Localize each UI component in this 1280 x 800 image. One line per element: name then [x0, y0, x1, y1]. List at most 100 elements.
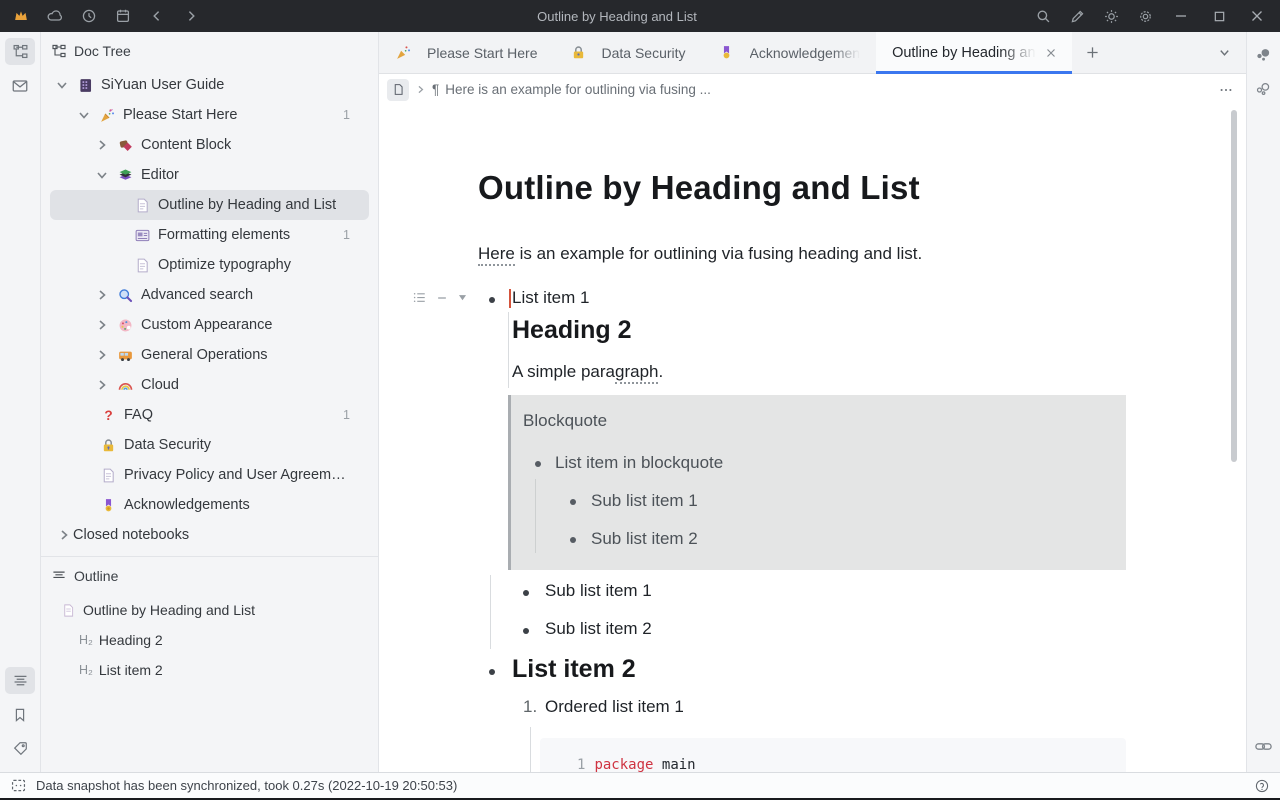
tab-list-chevron-down-icon[interactable] [1202, 32, 1246, 73]
maximize-button[interactable] [1202, 0, 1236, 32]
breadcrumb: ¶ Here is an example for outlining via f… [379, 74, 1246, 105]
document-icon [61, 603, 76, 618]
collapse-triangle-icon[interactable] [457, 292, 468, 303]
doc-count: 1 [343, 108, 350, 122]
doc-row-custom-appearance[interactable]: Custom Appearance [41, 310, 378, 340]
outline-header[interactable]: Outline [41, 557, 378, 595]
sync-cloud-icon[interactable] [40, 3, 70, 29]
tag-dock-icon[interactable] [5, 735, 35, 762]
edit-mode-pencil-icon[interactable] [1062, 3, 1092, 29]
outline-item-heading-2[interactable]: H₂ Heading 2 [41, 625, 378, 655]
bus-icon [117, 347, 134, 364]
chevron-right-icon[interactable] [95, 288, 109, 302]
intro-paragraph[interactable]: Here is an example for outlining via fus… [478, 244, 922, 264]
list-item-2-heading[interactable]: List item 2 [512, 655, 636, 684]
code-line-number: 1 [577, 757, 585, 772]
forward-icon[interactable] [176, 3, 206, 29]
doc-row-outline-by-heading-and-list[interactable]: Outline by Heading and List [50, 190, 369, 220]
settings-gear-icon[interactable] [1130, 3, 1160, 29]
blockquote-list-item[interactable]: List item in blockquote [555, 453, 723, 473]
list-item-gutter-icon[interactable] [436, 292, 448, 304]
doc-label: Data Security [124, 437, 211, 453]
doc-row-cloud[interactable]: Cloud [41, 370, 378, 400]
doc-tree-header[interactable]: Doc Tree [41, 32, 378, 70]
back-icon[interactable] [142, 3, 172, 29]
doc-row-content-block[interactable]: Content Block [41, 130, 378, 160]
breadcrumb-chevron-icon [415, 84, 426, 95]
doc-row-acknowledgements[interactable]: Acknowledgements [41, 490, 378, 520]
inbox-envelope-icon[interactable] [5, 72, 35, 99]
blockquote-sub-item-1[interactable]: Sub list item 1 [591, 491, 698, 511]
new-tab-plus-icon[interactable] [1072, 32, 1114, 73]
magnifier-icon [117, 287, 134, 304]
outline-dock-icon[interactable] [5, 667, 35, 694]
chevron-right-icon[interactable] [95, 348, 109, 362]
doc-row-privacy-policy[interactable]: Privacy Policy and User Agreeme... [41, 460, 378, 490]
chevron-down-icon[interactable] [77, 108, 91, 122]
doc-row-editor[interactable]: Editor [41, 160, 378, 190]
history-icon[interactable] [74, 3, 104, 29]
heading-2[interactable]: Heading 2 [512, 316, 631, 345]
backlinks-link-dock-icon[interactable] [1250, 733, 1278, 760]
minimize-button[interactable] [1164, 0, 1198, 32]
breadcrumb-document-icon[interactable] [387, 79, 409, 101]
chevron-right-icon[interactable] [57, 528, 71, 542]
code-block[interactable]: 1package main [540, 738, 1126, 772]
outline-doc-label: Outline by Heading and List [83, 602, 255, 618]
list-bullet [523, 590, 529, 596]
code-keyword: package [594, 757, 653, 772]
doc-row-optimize-typography[interactable]: Optimize typography [41, 250, 378, 280]
blockquote-sub-item-2[interactable]: Sub list item 2 [591, 529, 698, 549]
more-options-icon[interactable] [1218, 82, 1234, 98]
global-graph-dock-icon[interactable] [1250, 76, 1278, 103]
document-title[interactable]: Outline by Heading and List [478, 169, 920, 207]
outline-item-list-item-2[interactable]: H₂ List item 2 [41, 655, 378, 685]
doc-row-advanced-search[interactable]: Advanced search [41, 280, 378, 310]
list-gutter-icon[interactable] [412, 290, 427, 305]
doc-row-please-start-here[interactable]: Please Start Here 1 [41, 100, 378, 130]
sub-list-item-1[interactable]: Sub list item 1 [545, 581, 652, 601]
outline-item-doc[interactable]: Outline by Heading and List [41, 595, 378, 625]
chevron-right-icon[interactable] [95, 378, 109, 392]
doc-row-formatting-elements[interactable]: Formatting elements 1 [41, 220, 378, 250]
siyuan-crown-icon[interactable] [6, 3, 36, 29]
doc-row-faq[interactable]: ? FAQ 1 [41, 400, 378, 430]
simple-paragraph[interactable]: A simple paragraph. [512, 362, 663, 382]
chevron-down-icon[interactable] [95, 168, 109, 182]
tab-please-start-here[interactable]: Please Start Here [379, 32, 554, 73]
doc-row-data-security[interactable]: Data Security [41, 430, 378, 460]
tab-acknowledgements[interactable]: Acknowledgemen [702, 32, 877, 73]
virtual-ref-paragraph[interactable]: graph [615, 362, 658, 384]
tab-label: Data Security [602, 45, 686, 61]
virtual-ref-here[interactable]: Here [478, 244, 515, 266]
graph-dock-icon[interactable] [1250, 42, 1278, 69]
snapshot-icon [10, 777, 27, 794]
breadcrumb-paragraph-mark: ¶ [432, 82, 439, 97]
blockquote[interactable]: Blockquote List item in blockquote Sub l… [508, 395, 1126, 570]
closed-notebooks-row[interactable]: Closed notebooks [41, 520, 378, 550]
theme-sun-icon[interactable] [1096, 3, 1126, 29]
outline-heading-label: Heading 2 [99, 632, 163, 648]
daily-note-calendar-icon[interactable] [108, 3, 138, 29]
chevron-right-icon[interactable] [95, 138, 109, 152]
tab-outline-by-heading-and-list[interactable]: Outline by Heading an [876, 32, 1072, 73]
help-icon[interactable] [1254, 778, 1270, 794]
search-icon[interactable] [1028, 3, 1058, 29]
doc-label: Cloud [141, 377, 179, 393]
ordered-list-item-1[interactable]: Ordered list item 1 [545, 697, 684, 717]
sub-list-item-2[interactable]: Sub list item 2 [545, 619, 652, 639]
list-item-1[interactable]: List item 1 [512, 288, 589, 308]
doc-tree-dock-icon[interactable] [5, 38, 35, 65]
tab-data-security[interactable]: Data Security [554, 32, 702, 73]
editor-content[interactable]: Outline by Heading and List Here is an e… [379, 105, 1246, 772]
chevron-right-icon[interactable] [95, 318, 109, 332]
vertical-scrollbar[interactable] [1231, 110, 1237, 462]
breadcrumb-text[interactable]: Here is an example for outlining via fus… [445, 82, 711, 97]
bookmark-dock-icon[interactable] [5, 701, 35, 728]
close-button[interactable] [1240, 0, 1274, 32]
notebook-row-siyuan-user-guide[interactable]: SiYuan User Guide [41, 70, 378, 100]
blockquote-label: Blockquote [523, 411, 607, 431]
chevron-down-icon[interactable] [55, 78, 69, 92]
tab-close-icon[interactable] [1046, 48, 1056, 58]
doc-row-general-operations[interactable]: General Operations [41, 340, 378, 370]
